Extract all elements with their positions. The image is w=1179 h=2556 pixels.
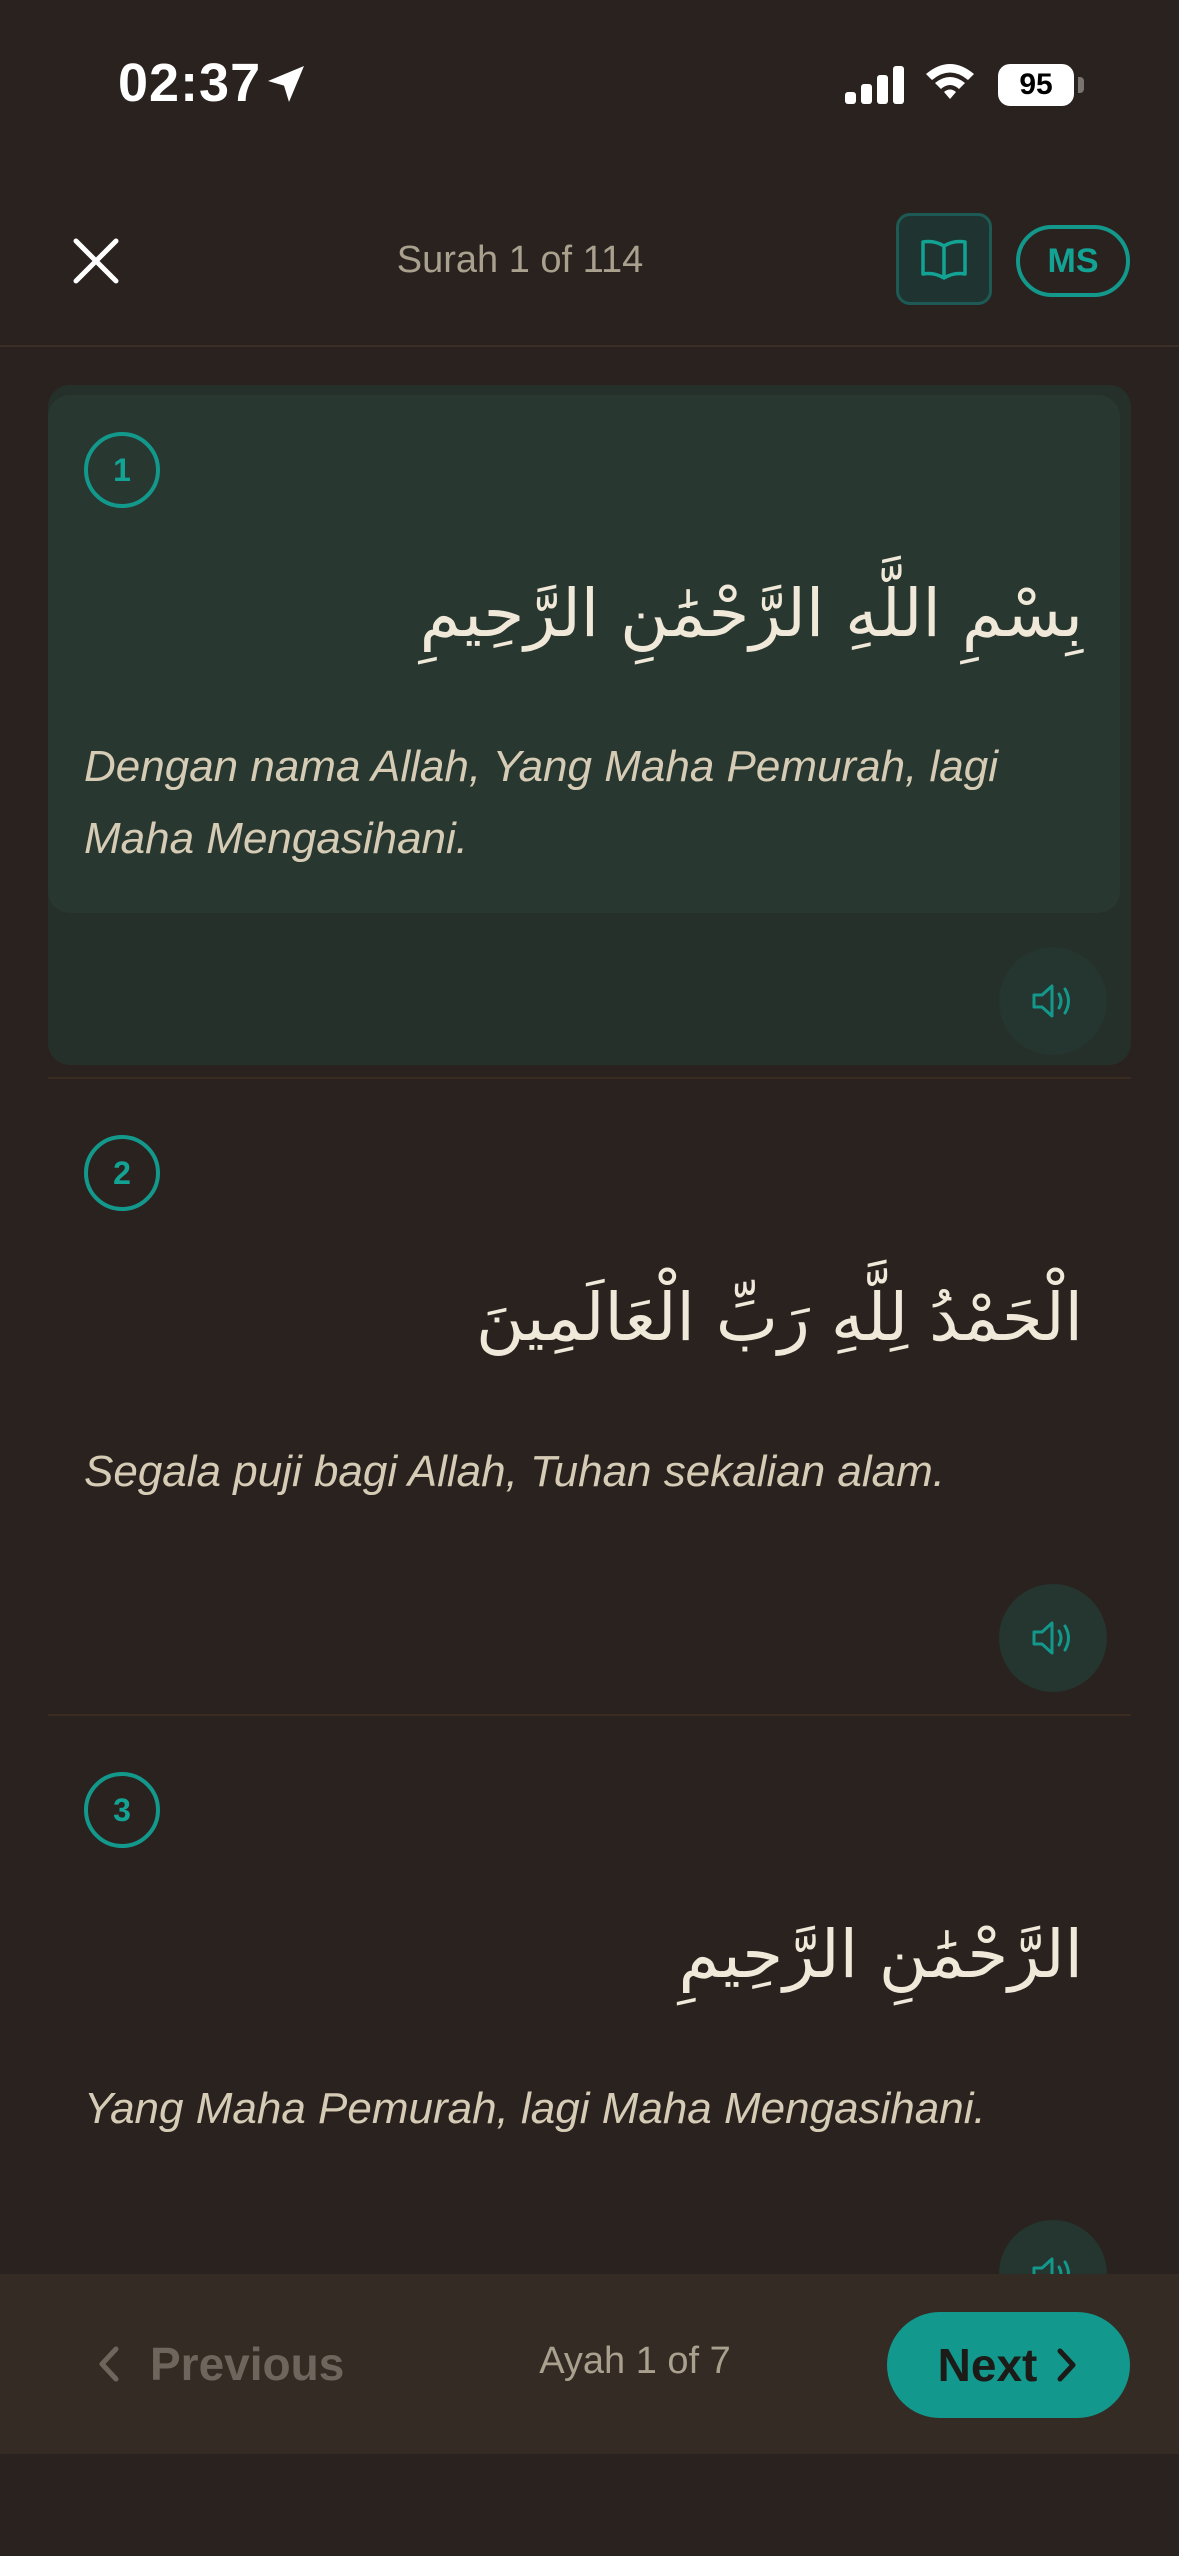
ayah-arabic-text: الْحَمْدُ لِلَّهِ رَبِّ الْعَالَمِينَ [476, 1279, 1083, 1356]
ayah-number-badge: 3 [84, 1772, 160, 1848]
battery-indicator: 95 [998, 64, 1074, 106]
chevron-left-icon [99, 2346, 119, 2382]
next-button[interactable]: Next [887, 2312, 1130, 2418]
speaker-icon [1032, 984, 1070, 1018]
previous-button[interactable]: Previous [96, 2332, 344, 2396]
language-toggle-button[interactable]: MS [1016, 225, 1130, 297]
ayah-translation: Segala puji bagi Allah, Tuhan sekalian a… [84, 1447, 945, 1496]
reading-mode-button[interactable] [896, 213, 992, 305]
ayah-arabic-text: الرَّحْمَٰنِ الرَّحِيمِ [678, 1916, 1083, 1993]
ayah-number-badge: 1 [84, 432, 160, 508]
wifi-icon [926, 64, 974, 99]
close-button[interactable] [62, 227, 130, 295]
ayah-translation: Yang Maha Pemurah, lagi Maha Mengasihani… [84, 2084, 986, 2133]
status-bar: 02:37 95 [0, 0, 1179, 175]
ayah-arabic-text: بِسْمِ اللَّهِ الرَّحْمَٰنِ الرَّحِيمِ [419, 575, 1083, 652]
chevron-right-icon [1057, 2348, 1076, 2382]
reader-header: Surah 1 of 114 MS [0, 175, 1179, 347]
next-label: Next [937, 2339, 1038, 2391]
cellular-signal-icon [845, 66, 904, 104]
close-icon [73, 238, 119, 284]
surah-progress-title: Surah 1 of 114 [396, 239, 644, 281]
play-audio-button[interactable] [999, 947, 1107, 1055]
open-book-icon [921, 239, 967, 280]
ayah-navigation-bar: Previous Ayah 1 of 7 Next [0, 2274, 1179, 2454]
battery-cap [1078, 77, 1084, 93]
play-audio-button[interactable] [999, 1584, 1107, 1692]
ayah-translation: Dengan nama Allah, Yang Maha Pemurah, la… [84, 742, 998, 863]
speaker-icon [1032, 1621, 1070, 1655]
previous-label: Previous [150, 2338, 345, 2390]
location-arrow-icon [268, 66, 304, 102]
ayah-card-3[interactable]: 3 الرَّحْمَٰنِ الرَّحِيمِ Yang Maha Pemu… [48, 1716, 1131, 2328]
ayah-counter: Ayah 1 of 7 [539, 2340, 731, 2382]
ayah-number-badge: 2 [84, 1135, 160, 1211]
clock: 02:37 [118, 53, 262, 113]
ayah-card-1[interactable]: 1 بِسْمِ اللَّهِ الرَّحْمَٰنِ الرَّحِيمِ… [48, 347, 1131, 1067]
ayah-card-2[interactable]: 2 الْحَمْدُ لِلَّهِ رَبِّ الْعَالَمِينَ … [48, 1079, 1131, 1715]
